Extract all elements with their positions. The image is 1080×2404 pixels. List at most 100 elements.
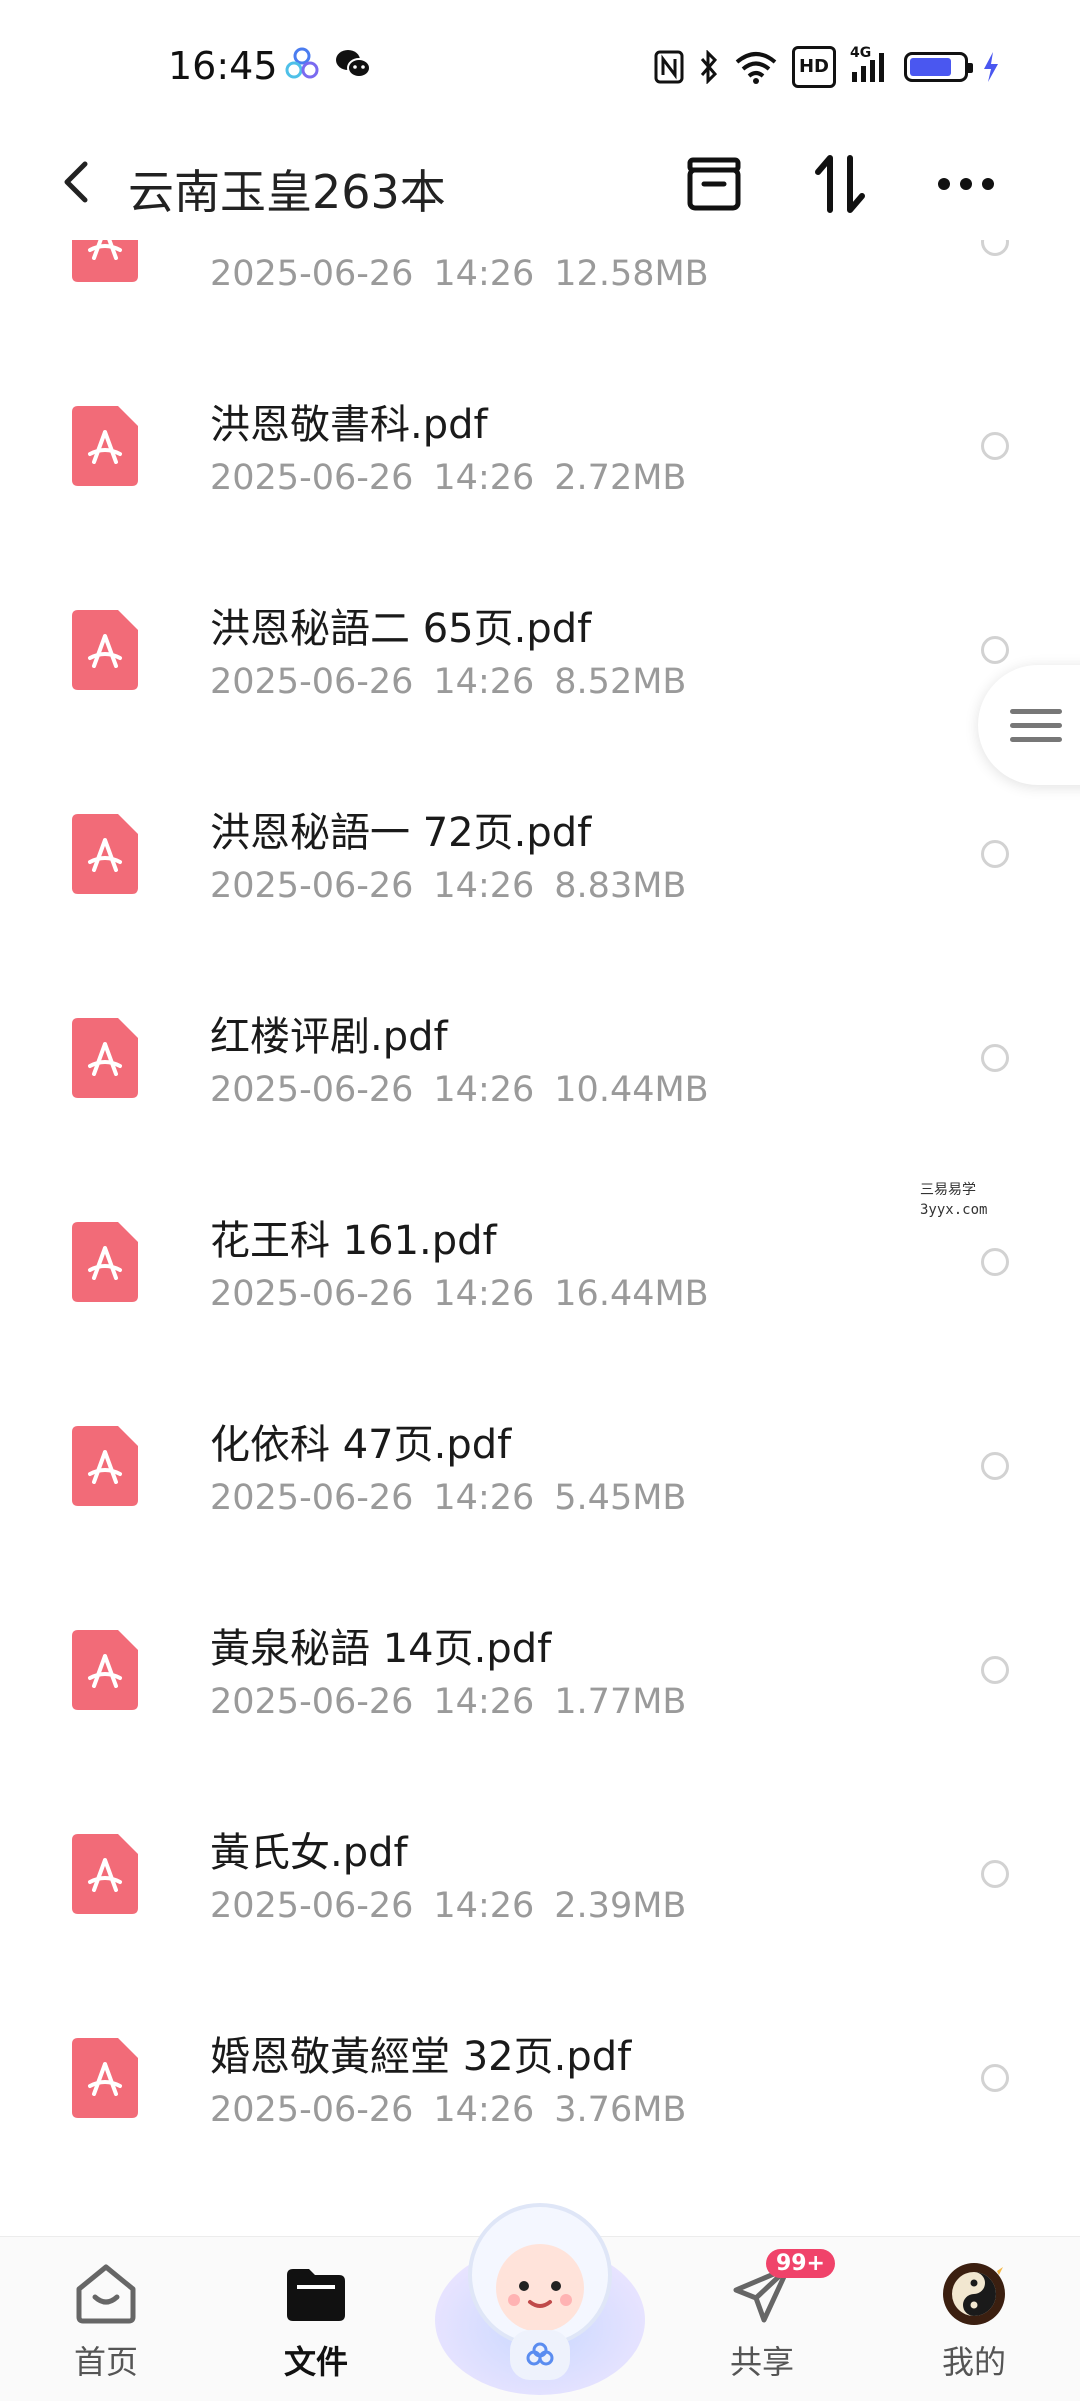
- file-list: 2025-06-26 14:26 12.58MB 洪恩敬書科.pdf 2025-06…: [0, 240, 1080, 2230]
- nav-home-label: 首页: [73, 2343, 138, 2381]
- file-time: 14:26: [433, 1886, 535, 1926]
- file-time: 14:26: [433, 1274, 535, 1314]
- paper-plane-icon: 99+: [729, 2249, 835, 2327]
- nfc-icon: [654, 49, 684, 85]
- file-size: 1.77MB: [554, 1682, 687, 1722]
- nav-share-label: 共享: [729, 2343, 794, 2381]
- pdf-file-icon: [72, 814, 138, 894]
- file-date: 2025-06-26: [210, 1682, 414, 1722]
- avatar-yinyang-icon: [941, 2261, 1007, 2327]
- more-button[interactable]: [930, 148, 1002, 220]
- file-name: 花王科 161.pdf: [210, 1218, 497, 1264]
- file-size: 16.44MB: [554, 1274, 709, 1314]
- watermark: 三易易学 3yyx.com: [920, 1180, 987, 1220]
- folder-icon: [283, 2261, 349, 2327]
- file-size: 5.45MB: [554, 1478, 687, 1518]
- file-name: 婚恩敬黃經堂 32页.pdf: [210, 2034, 632, 2080]
- file-size: 2.72MB: [554, 458, 687, 498]
- file-time: 14:26: [433, 662, 535, 702]
- file-date: 2025-06-26: [210, 1274, 414, 1314]
- select-checkbox[interactable]: [981, 840, 1009, 868]
- file-time: 14:26: [433, 254, 535, 294]
- sort-button[interactable]: [804, 148, 876, 220]
- status-app-icons: [284, 46, 372, 82]
- charging-icon: [982, 49, 1000, 85]
- more-icon: [938, 178, 994, 190]
- file-size: 8.83MB: [554, 866, 687, 906]
- mascot-icon: [435, 2203, 645, 2395]
- archive-button[interactable]: [678, 148, 750, 220]
- battery-icon: [904, 52, 973, 82]
- file-time: 14:26: [433, 1478, 535, 1518]
- nav-files[interactable]: 文件: [246, 2261, 386, 2383]
- file-date: 2025-06-26: [210, 254, 414, 294]
- file-size: 10.44MB: [554, 1070, 709, 1110]
- pdf-file-icon: [72, 1834, 138, 1914]
- select-checkbox[interactable]: [981, 1452, 1009, 1480]
- wechat-icon: [334, 46, 372, 82]
- header: 云南玉皇263本: [0, 130, 1080, 240]
- file-date: 2025-06-26: [210, 662, 414, 702]
- select-checkbox[interactable]: [981, 636, 1009, 664]
- file-meta: 2025-06-26 14:26 12.58MB: [210, 254, 729, 294]
- mascot-assistant-button[interactable]: [430, 2180, 650, 2400]
- select-checkbox[interactable]: [981, 1248, 1009, 1276]
- sort-icon: [815, 155, 865, 213]
- file-meta: 2025-06-26 14:26 3.76MB: [210, 2090, 706, 2130]
- menu-lines-icon: [1010, 700, 1062, 751]
- nav-home[interactable]: 首页: [36, 2261, 176, 2383]
- select-checkbox[interactable]: [981, 1656, 1009, 1684]
- file-size: 8.52MB: [554, 662, 687, 702]
- signal-icon: 4G: [850, 45, 890, 85]
- select-checkbox[interactable]: [981, 240, 1009, 256]
- file-name: 黃氏女.pdf: [210, 1830, 408, 1876]
- file-name: 洪恩秘語二 65页.pdf: [210, 606, 592, 652]
- file-date: 2025-06-26: [210, 1070, 414, 1110]
- file-name: 化依科 47页.pdf: [210, 1422, 512, 1468]
- file-time: 14:26: [433, 1682, 535, 1722]
- pdf-file-icon: [72, 1426, 138, 1506]
- nav-mine-label: 我的: [941, 2343, 1006, 2381]
- file-meta: 2025-06-26 14:26 2.39MB: [210, 1886, 706, 1926]
- file-row[interactable]: 花王科 161.pdf 2025-06-26 14:26 16.44MB: [0, 1162, 1080, 1366]
- select-checkbox[interactable]: [981, 432, 1009, 460]
- bluetooth-icon: [698, 49, 720, 85]
- pdf-file-icon: [72, 610, 138, 690]
- file-row[interactable]: 黃泉秘語 14页.pdf 2025-06-26 14:26 1.77MB: [0, 1570, 1080, 1774]
- status-time: 16:45: [168, 44, 278, 88]
- file-time: 14:26: [433, 458, 535, 498]
- file-meta: 2025-06-26 14:26 8.52MB: [210, 662, 706, 702]
- select-checkbox[interactable]: [981, 2064, 1009, 2092]
- file-row[interactable]: 洪恩敬書科.pdf 2025-06-26 14:26 2.72MB: [0, 346, 1080, 550]
- file-size: 2.39MB: [554, 1886, 687, 1926]
- file-meta: 2025-06-26 14:26 5.45MB: [210, 1478, 706, 1518]
- back-button[interactable]: [46, 152, 106, 212]
- archive-icon: [687, 157, 741, 211]
- select-checkbox[interactable]: [981, 1860, 1009, 1888]
- file-size: 12.58MB: [554, 254, 709, 294]
- select-checkbox[interactable]: [981, 1044, 1009, 1072]
- file-row[interactable]: 2025-06-26 14:26 12.58MB: [0, 240, 1080, 346]
- file-date: 2025-06-26: [210, 458, 414, 498]
- cloud-app-icon: [284, 46, 320, 82]
- pdf-file-icon: [72, 1018, 138, 1098]
- file-time: 14:26: [433, 2090, 535, 2130]
- file-row[interactable]: 洪恩秘語二 65页.pdf 2025-06-26 14:26 8.52MB: [0, 550, 1080, 754]
- status-right: HD 4G: [654, 45, 1000, 88]
- nav-files-label: 文件: [283, 2343, 348, 2381]
- file-row[interactable]: 化依科 47页.pdf 2025-06-26 14:26 5.45MB: [0, 1366, 1080, 1570]
- file-row[interactable]: 黃氏女.pdf 2025-06-26 14:26 2.39MB: [0, 1774, 1080, 1978]
- hd-icon: HD: [791, 46, 836, 88]
- file-size: 3.76MB: [554, 2090, 687, 2130]
- file-row[interactable]: 红楼评剧.pdf 2025-06-26 14:26 10.44MB: [0, 958, 1080, 1162]
- file-row[interactable]: 洪恩秘語一 72页.pdf 2025-06-26 14:26 8.83MB: [0, 754, 1080, 958]
- watermark-line-2: 3yyx.com: [920, 1202, 988, 1218]
- file-time: 14:26: [433, 866, 535, 906]
- home-icon: [73, 2261, 139, 2327]
- pdf-file-icon: [72, 2038, 138, 2118]
- nav-share[interactable]: 99+ 共享: [692, 2249, 835, 2383]
- watermark-line-1: 三易易学: [920, 1182, 976, 1198]
- nav-mine[interactable]: 我的: [904, 2261, 1044, 2383]
- file-date: 2025-06-26: [210, 1478, 414, 1518]
- file-row[interactable]: 婚恩敬黃經堂 32页.pdf 2025-06-26 14:26 3.76MB: [0, 1978, 1080, 2182]
